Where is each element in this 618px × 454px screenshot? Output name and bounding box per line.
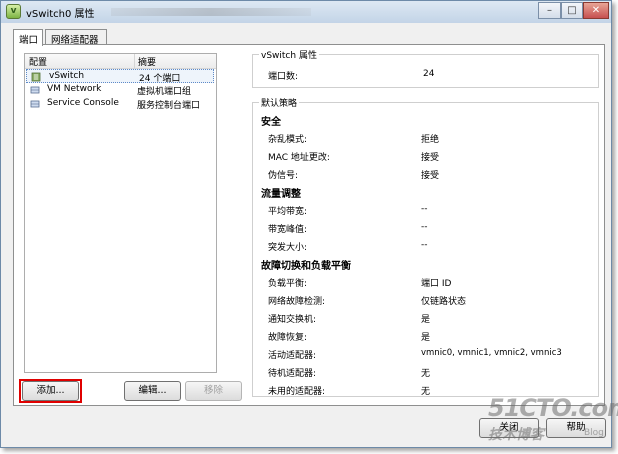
- burst-size-label: 突发大小:: [268, 243, 308, 253]
- burst-size-value: --: [421, 240, 428, 250]
- close-window-button[interactable]: ✕: [583, 2, 609, 19]
- row-name: Service Console: [47, 98, 119, 108]
- average-bandwidth-value: --: [421, 204, 428, 214]
- average-bandwidth-label: 平均带宽:: [268, 207, 308, 217]
- peak-bandwidth-label: 带宽峰值:: [268, 225, 308, 235]
- failure-detection-label: 网络故障检测:: [268, 297, 326, 307]
- failure-detection-value: 仅链路状态: [421, 297, 467, 307]
- window-title: vSwitch0 属性: [26, 9, 95, 20]
- forged-transmits-value: 接受: [421, 171, 440, 181]
- list-item-service-console[interactable]: Service Console 服务控制台端口: [25, 97, 216, 111]
- network-icon: [30, 100, 40, 108]
- list-header: 配置 摘要: [25, 54, 216, 69]
- unused-adapters-value: 无: [421, 387, 431, 397]
- ports-tab-panel: 配置 摘要 vSwitch 24 个端口 VM Network 虚拟机端口组 S…: [13, 44, 605, 406]
- network-icon: [30, 86, 40, 94]
- watermark-logo: 51CTO.com: [488, 394, 618, 422]
- default-policy-legend: 默认策略: [259, 96, 300, 109]
- promiscuous-value: 拒绝: [421, 135, 440, 145]
- mac-change-value: 接受: [421, 153, 440, 163]
- ports-count-value: 24: [423, 69, 435, 79]
- watermark-subtitle: 技术博客: [488, 427, 544, 443]
- mac-change-label: MAC 地址更改:: [268, 153, 330, 163]
- standby-adapters-label: 待机适配器:: [268, 369, 317, 379]
- add-button[interactable]: 添加...: [22, 381, 79, 401]
- notify-switches-label: 通知交换机:: [268, 315, 317, 325]
- vswitch-properties-group: vSwitch 属性 端口数: 24: [252, 48, 599, 88]
- tab-network-adapters[interactable]: 网络适配器: [45, 29, 107, 46]
- default-policy-group: 默认策略 安全 杂乱模式: 拒绝 MAC 地址更改: 接受 伪信号: 接受 流量…: [252, 96, 599, 397]
- watermark-blog: Blog: [584, 428, 604, 438]
- ports-count-label: 端口数:: [268, 72, 299, 82]
- title-blur: [111, 8, 311, 16]
- failback-label: 故障恢复:: [268, 333, 308, 343]
- minimize-button[interactable]: –: [538, 2, 561, 19]
- column-header-summary[interactable]: 摘要: [138, 55, 156, 68]
- maximize-button[interactable]: □: [561, 2, 583, 19]
- list-item-vm-network[interactable]: VM Network 虚拟机端口组: [25, 83, 216, 97]
- vswitch-icon: [31, 72, 41, 82]
- promiscuous-label: 杂乱模式:: [268, 135, 308, 145]
- peak-bandwidth-value: --: [421, 222, 428, 232]
- list-item-vswitch[interactable]: vSwitch 24 个端口: [26, 69, 214, 84]
- row-name: vSwitch: [49, 71, 85, 81]
- vswitch-properties-legend: vSwitch 属性: [259, 48, 319, 61]
- vswitch-app-icon: v: [6, 4, 21, 19]
- traffic-shaping-title: 流量调整: [261, 189, 301, 200]
- notify-switches-value: 是: [421, 315, 431, 325]
- failover-section-title: 故障切换和负载平衡: [261, 261, 351, 272]
- load-balancing-value: 端口 ID: [421, 279, 452, 289]
- standby-adapters-value: 无: [421, 369, 431, 379]
- title-bar: v vSwitch0 属性 – □ ✕: [1, 1, 611, 23]
- forged-transmits-label: 伪信号:: [268, 171, 299, 181]
- header-divider: [134, 54, 135, 68]
- load-balancing-label: 负载平衡:: [268, 279, 308, 289]
- row-name: VM Network: [47, 84, 102, 94]
- config-list[interactable]: 配置 摘要 vSwitch 24 个端口 VM Network 虚拟机端口组 S…: [24, 53, 217, 373]
- row-summary: 虚拟机端口组: [137, 87, 192, 97]
- failback-value: 是: [421, 333, 431, 343]
- tab-ports[interactable]: 端口: [13, 29, 43, 46]
- active-adapters-label: 活动适配器:: [268, 351, 317, 361]
- unused-adapters-label: 未用的适配器:: [268, 387, 326, 397]
- security-section-title: 安全: [261, 117, 281, 128]
- edit-button[interactable]: 编辑...: [124, 381, 181, 401]
- active-adapters-value: vmnic0, vmnic1, vmnic2, vmnic3: [421, 348, 562, 358]
- remove-button: 移除: [185, 381, 242, 401]
- column-header-config[interactable]: 配置: [29, 55, 47, 68]
- properties-window: v vSwitch0 属性 – □ ✕ 端口 网络适配器 配置 摘要 vSwit…: [0, 0, 612, 448]
- row-summary: 服务控制台端口: [137, 101, 201, 111]
